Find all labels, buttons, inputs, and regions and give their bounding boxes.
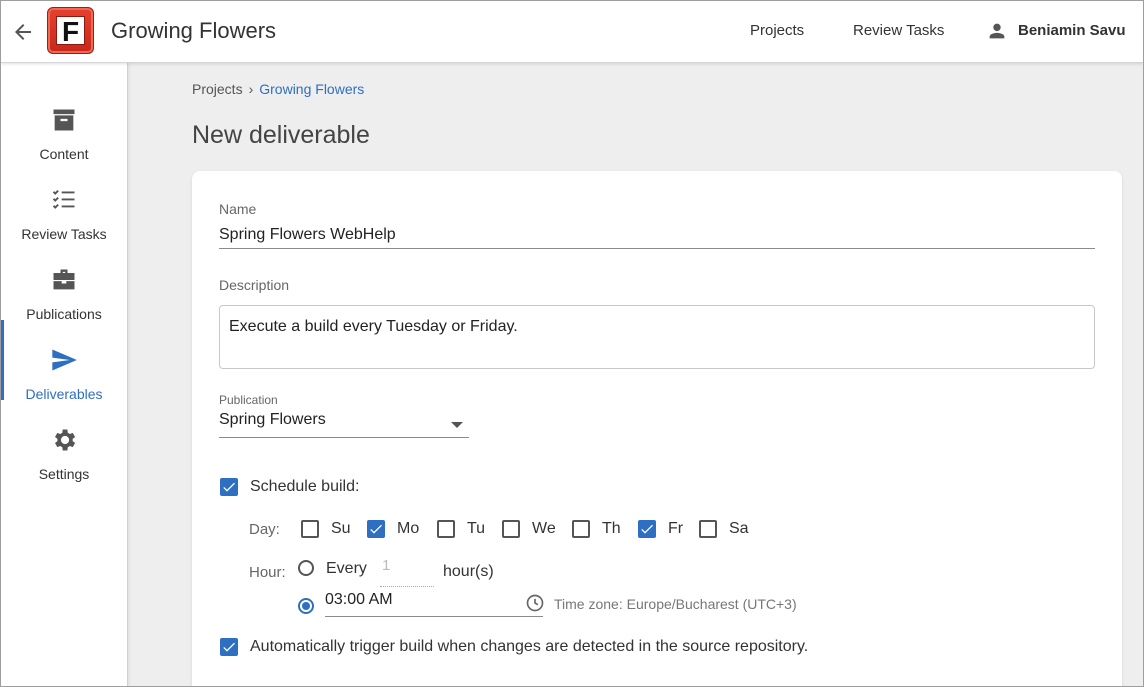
deliverable-form-card: Name Spring Flowers WebHelp Description … (192, 171, 1122, 687)
day-checkbox-tu[interactable] (437, 520, 455, 538)
clock-icon[interactable] (525, 593, 545, 613)
app-title: Growing Flowers (111, 18, 277, 43)
day-label-mo: Mo (397, 520, 420, 537)
dropdown-caret-icon (451, 422, 463, 428)
time-input[interactable]: 03:00 AM (325, 591, 543, 617)
description-label: Description (219, 277, 290, 293)
app-logo-letter: F (56, 16, 85, 46)
hour-every-radio[interactable] (298, 560, 314, 576)
day-label-su: Su (331, 520, 351, 537)
hour-label: Hour: (249, 564, 286, 581)
sidebar-item-label: Settings (38, 466, 90, 482)
nav-projects[interactable]: Projects (750, 22, 804, 39)
breadcrumb: Projects › Growing Flowers (192, 81, 364, 97)
briefcase-icon (50, 266, 78, 294)
user-icon[interactable] (986, 20, 1008, 42)
publication-select[interactable]: Spring Flowers (219, 411, 469, 438)
sidebar-item-review-tasks[interactable]: Review Tasks (0, 160, 128, 242)
day-label-tu: Tu (467, 520, 486, 537)
day-checkbox-mo[interactable] (367, 520, 385, 538)
breadcrumb-projects[interactable]: Projects (192, 81, 243, 97)
sidebar-item-content[interactable]: Content (0, 80, 128, 162)
hour-time-radio[interactable] (298, 598, 314, 614)
day-checkbox-sa[interactable] (699, 520, 717, 538)
sidebar-item-publications[interactable]: Publications (0, 240, 128, 322)
schedule-build-label: Schedule build: (250, 478, 360, 495)
sidebar-item-settings[interactable]: Settings (0, 400, 128, 482)
auto-trigger-checkbox[interactable] (220, 638, 238, 656)
user-name[interactable]: Beniamin Savu (1018, 22, 1126, 39)
day-label: Day: (249, 521, 280, 538)
archive-icon (50, 106, 78, 134)
nav-review-tasks[interactable]: Review Tasks (853, 22, 944, 39)
time-zone-label: Time zone: Europe/Bucharest (UTC+3) (554, 596, 797, 612)
hours-unit-label: hour(s) (443, 563, 494, 580)
day-label-fr: Fr (668, 520, 684, 537)
chevron-right-icon: › (248, 81, 254, 97)
sidebar-item-deliverables[interactable]: Deliverables (0, 320, 128, 402)
every-label: Every (326, 560, 367, 577)
name-label: Name (219, 201, 257, 217)
page-title: New deliverable (192, 121, 370, 149)
day-checkbox-fr[interactable] (638, 520, 656, 538)
schedule-build-checkbox[interactable] (220, 478, 238, 496)
hours-interval-input[interactable]: 1 (380, 557, 434, 587)
day-checkbox-we[interactable] (502, 520, 520, 538)
back-arrow-icon[interactable] (11, 20, 35, 44)
day-checkbox-th[interactable] (572, 520, 590, 538)
app-header: F Growing Flowers Projects Review Tasks … (0, 0, 1144, 63)
publication-selected-value: Spring Flowers (219, 411, 326, 428)
day-label-th: Th (602, 520, 621, 537)
breadcrumb-current[interactable]: Growing Flowers (259, 81, 364, 97)
send-icon (50, 346, 78, 374)
sidebar: Content Review Tasks Publications Delive… (0, 63, 128, 687)
name-input[interactable]: Spring Flowers WebHelp (219, 225, 1095, 249)
description-textarea[interactable]: Execute a build every Tuesday or Friday. (219, 305, 1095, 369)
checklist-icon (50, 186, 78, 214)
day-label-sa: Sa (729, 520, 749, 537)
auto-trigger-label: Automatically trigger build when changes… (250, 638, 809, 655)
day-checkbox-su[interactable] (301, 520, 319, 538)
gear-icon (50, 426, 78, 454)
day-label-we: We (532, 520, 556, 537)
app-logo: F (47, 7, 94, 54)
publication-label: Publication (219, 393, 278, 407)
